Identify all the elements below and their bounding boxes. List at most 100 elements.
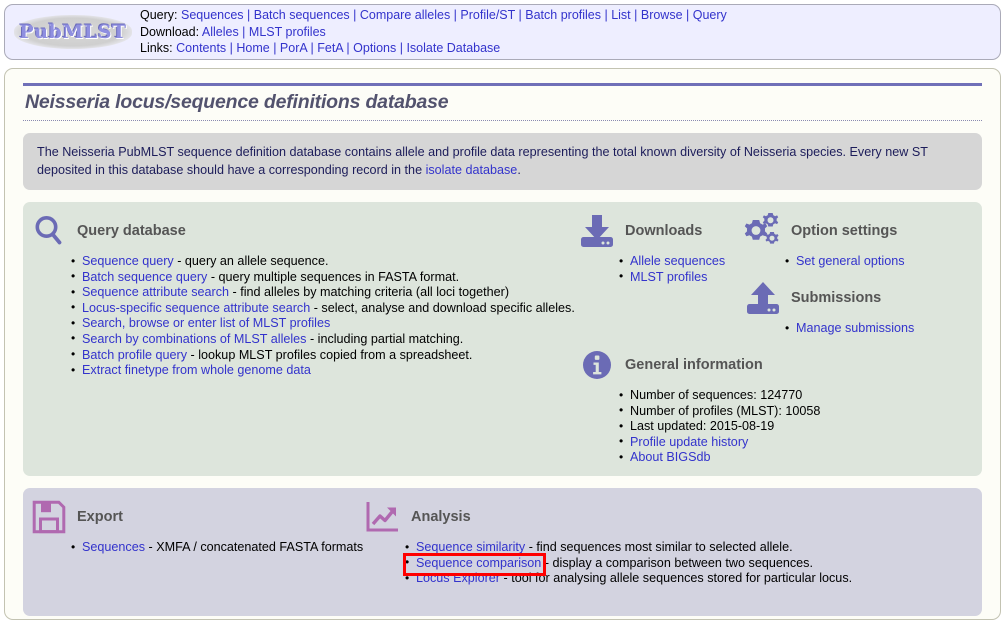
link-sequence-similarity[interactable]: Sequence similarity	[416, 540, 525, 554]
list-item-text: - XMFA / concatenated FASTA formats	[145, 540, 364, 554]
nav-link-batch-sequences[interactable]: Batch sequences	[254, 8, 350, 22]
download-icon	[575, 211, 619, 251]
list-item: Search, browse or enter list of MLST pro…	[71, 316, 575, 332]
main-panel: Neisseria locus/sequence definitions dat…	[4, 68, 1001, 620]
query-database-header: Query database	[27, 210, 575, 252]
list-item: Search by combinations of MLST alleles -…	[71, 331, 575, 348]
link-locus-specific-sequence-attribute-search[interactable]: Locus-specific sequence attribute search	[82, 301, 310, 315]
nav-link-batch-profiles[interactable]: Batch profiles	[525, 8, 601, 22]
link-mlst-profiles-download[interactable]: MLST profiles	[630, 270, 707, 284]
link-extract-finetype[interactable]: Extract finetype from whole genome data	[82, 363, 311, 377]
info-icon	[575, 345, 619, 385]
list-item-text: - query multiple sequences in FASTA form…	[207, 269, 460, 284]
link-search-combinations-mlst-alleles[interactable]: Search by combinations of MLST alleles	[82, 332, 306, 346]
analysis-list: Sequence similarity - find sequences mos…	[361, 540, 852, 587]
export-list: Sequences - XMFA / concatenated FASTA fo…	[27, 540, 363, 556]
list-item-text: - query an allele sequence.	[173, 254, 329, 268]
downloads-block: Downloads Allele sequences MLST profiles	[575, 210, 725, 285]
list-item: Batch profile query - lookup MLST profil…	[71, 347, 575, 364]
gears-icon	[741, 211, 785, 251]
list-item: Allele sequences	[619, 254, 725, 270]
nav-link-pora[interactable]: PorA	[280, 41, 307, 55]
list-item-text: - including partial matching.	[306, 331, 464, 346]
export-block: Export Sequences - XMFA / concatenated F…	[27, 496, 363, 556]
link-sequence-attribute-search[interactable]: Sequence attribute search	[82, 285, 229, 299]
logo-text: PubMLST	[19, 21, 127, 43]
list-item: Sequence similarity - find sequences mos…	[405, 540, 852, 556]
query-database-list: Sequence query - query an allele sequenc…	[27, 254, 575, 379]
link-profile-update-history[interactable]: Profile update history	[630, 435, 748, 449]
nav-link-contents[interactable]: Contents	[176, 41, 226, 55]
option-settings-title: Option settings	[791, 223, 898, 239]
site-header: PubMLST Query: Sequences | Batch sequenc…	[4, 4, 1001, 60]
nav-link-sequences[interactable]: Sequences	[181, 8, 244, 22]
analysis-header: Analysis	[361, 496, 852, 538]
upload-icon	[741, 278, 785, 318]
stat-number-of-sequences: Number of sequences: 124770	[630, 388, 803, 402]
nav-link-feta[interactable]: FetA	[317, 41, 343, 55]
link-set-general-options[interactable]: Set general options	[796, 254, 905, 268]
export-analysis-section: Export Sequences - XMFA / concatenated F…	[23, 488, 982, 616]
analysis-block: Analysis Sequence similarity - find sequ…	[361, 496, 852, 587]
general-information-title: General information	[625, 357, 763, 373]
intro-text-post: .	[517, 163, 521, 177]
list-item: Locus Explorer - tool for analysing alle…	[405, 571, 852, 587]
list-item-text: - find sequences most similar to selecte…	[525, 540, 793, 554]
export-title: Export	[77, 509, 123, 525]
list-item-text: - lookup MLST profiles copied from a spr…	[187, 347, 473, 362]
nav-row-query-label: Query:	[140, 8, 178, 23]
list-item: Profile update history	[619, 434, 820, 451]
nav-link-home[interactable]: Home	[236, 41, 269, 55]
link-allele-sequences[interactable]: Allele sequences	[630, 254, 725, 268]
list-item: Last updated: 2015-08-19	[619, 419, 820, 435]
nav-row-links-label: Links:	[140, 41, 173, 56]
submissions-block: Submissions Manage submissions	[741, 277, 914, 337]
list-item: MLST profiles	[619, 269, 725, 286]
nav-link-compare-alleles[interactable]: Compare alleles	[360, 8, 450, 22]
submissions-list: Manage submissions	[741, 321, 914, 337]
link-sequence-comparison[interactable]: Sequence comparison	[416, 556, 541, 570]
list-item: Locus-specific sequence attribute search…	[71, 300, 575, 317]
export-header: Export	[27, 496, 363, 538]
nav-link-profile-st[interactable]: Profile/ST	[460, 8, 515, 22]
stat-number-of-profiles: Number of profiles (MLST): 10058	[630, 403, 821, 418]
nav-row-download-label: Download:	[140, 24, 200, 39]
list-item: Batch sequence query - query multiple se…	[71, 269, 575, 286]
link-search-browse-mlst-profiles[interactable]: Search, browse or enter list of MLST pro…	[82, 316, 330, 330]
query-database-block: Query database Sequence query - query an…	[27, 210, 575, 379]
header-nav: Query: Sequences | Batch sequences | Com…	[140, 7, 727, 56]
nav-link-isolate-database[interactable]: Isolate Database	[406, 41, 500, 55]
submissions-header: Submissions	[741, 277, 914, 319]
general-information-header: General information	[575, 344, 820, 386]
isolate-database-link[interactable]: isolate database	[426, 163, 518, 177]
list-item-text: - tool for analysing allele sequences st…	[500, 571, 853, 586]
link-locus-explorer[interactable]: Locus Explorer	[416, 571, 500, 585]
option-settings-list: Set general options	[741, 254, 905, 270]
list-item: Sequence attribute search - find alleles…	[71, 285, 575, 301]
chart-arrow-icon	[361, 497, 405, 537]
list-item-text: - select, analyse and download specific …	[310, 300, 575, 315]
floppy-disk-icon	[27, 497, 71, 537]
nav-link-alleles[interactable]: Alleles	[202, 25, 239, 39]
nav-link-browse[interactable]: Browse	[641, 8, 683, 22]
link-batch-sequence-query[interactable]: Batch sequence query	[82, 270, 207, 284]
link-about-bigsdb[interactable]: About BIGSdb	[630, 450, 711, 464]
downloads-header: Downloads	[575, 210, 725, 252]
query-downloads-section: Query database Sequence query - query an…	[23, 202, 982, 476]
list-item: Extract finetype from whole genome data	[71, 363, 575, 379]
link-manage-submissions[interactable]: Manage submissions	[796, 321, 914, 335]
list-item: Sequence comparison - display a comparis…	[405, 555, 852, 572]
nav-link-options[interactable]: Options	[353, 41, 396, 55]
nav-link-query[interactable]: Query	[693, 8, 727, 22]
link-export-sequences[interactable]: Sequences	[82, 540, 145, 554]
link-sequence-query[interactable]: Sequence query	[82, 254, 174, 268]
list-item: Set general options	[785, 254, 905, 270]
link-batch-profile-query[interactable]: Batch profile query	[82, 348, 187, 362]
nav-link-mlst-profiles[interactable]: MLST profiles	[249, 25, 326, 39]
list-item-text: - display a comparison between two seque…	[541, 555, 813, 570]
list-item: Sequence query - query an allele sequenc…	[71, 254, 575, 270]
general-information-list: Number of sequences: 124770 Number of pr…	[575, 388, 820, 466]
nav-link-list[interactable]: List	[611, 8, 630, 22]
list-item: Sequences - XMFA / concatenated FASTA fo…	[71, 540, 363, 556]
intro-description: The Neisseria PubMLST sequence definitio…	[23, 133, 982, 190]
